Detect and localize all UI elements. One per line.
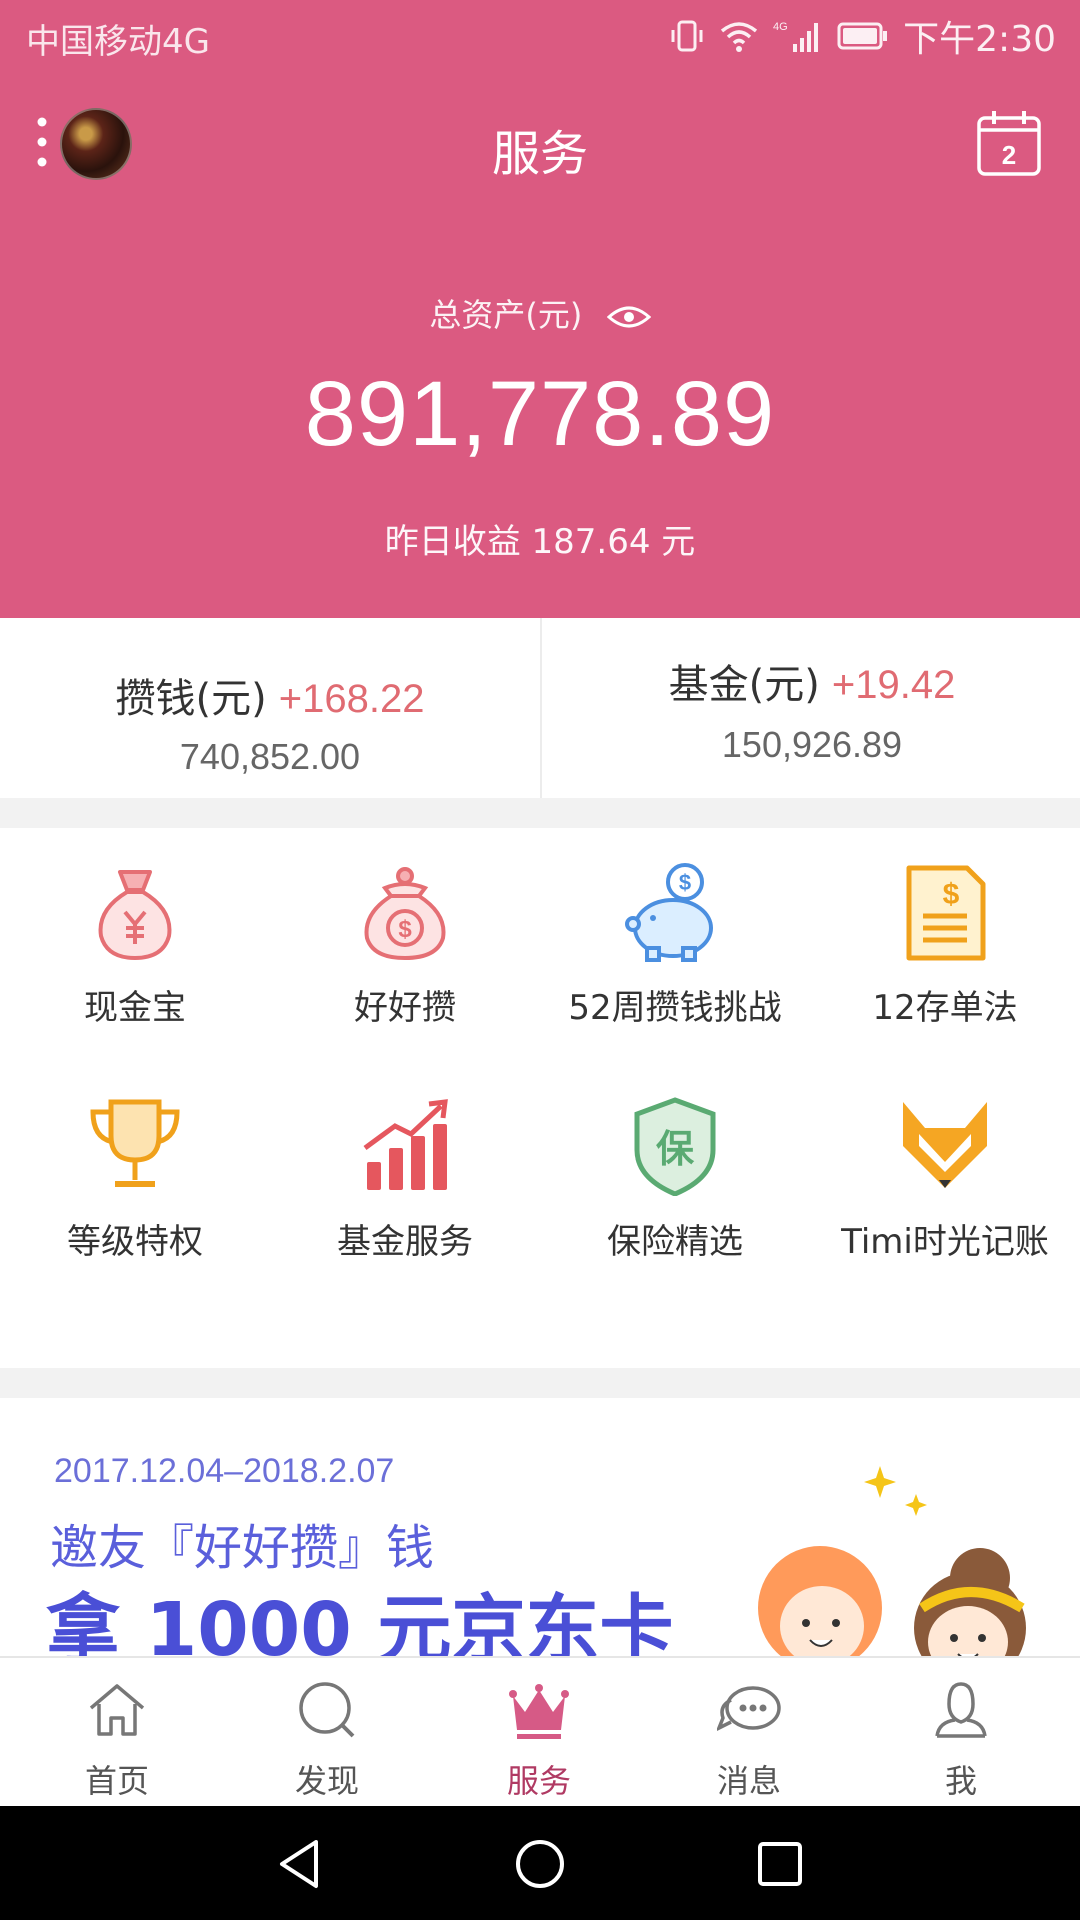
service-timi-bookkeeping[interactable]: Timi时光记账	[810, 1062, 1080, 1292]
service-label: 现金宝	[84, 988, 186, 1028]
service-label: 52周攒钱挑战	[568, 988, 782, 1028]
service-label: 好好攒	[354, 988, 456, 1028]
tab-messages[interactable]: 消息	[644, 1658, 854, 1808]
tab-label: 首页	[84, 1762, 149, 1800]
signal-icon: 4G	[773, 21, 819, 52]
insurance-shield-icon: 保	[634, 1097, 716, 1196]
tab-me[interactable]: 我	[856, 1658, 1066, 1808]
home-button-icon[interactable]	[512, 1836, 568, 1892]
svg-text:保: 保	[656, 1127, 695, 1171]
money-bag-dollar-icon: $	[364, 867, 446, 961]
total-assets-label: 总资产(元)	[429, 296, 583, 334]
tab-label: 发现	[294, 1762, 359, 1800]
svg-text:$: $	[943, 878, 960, 911]
banner-illustration	[758, 1466, 1026, 1656]
account-fund[interactable]: 基金(元) +19.42 150,926.89	[540, 618, 1080, 798]
account-summary: 攒钱(元) +168.22 740,852.00 基金(元) +19.42 150,…	[0, 618, 1080, 798]
fox-icon	[903, 1102, 987, 1188]
page-title: 服务	[491, 126, 588, 182]
svg-text:$: $	[679, 870, 691, 895]
account-fund-change: +19.42	[831, 663, 956, 707]
chat-bubbles-icon	[717, 1686, 781, 1731]
tab-label: 消息	[716, 1762, 781, 1800]
status-bar: 中国移动4G 4G 下午2:30	[0, 0, 1080, 74]
search-icon	[299, 1682, 355, 1738]
tab-discover[interactable]: 发现	[222, 1658, 432, 1808]
crown-icon	[509, 1684, 569, 1739]
tab-label: 服务	[506, 1762, 571, 1800]
total-assets-value: 891,778.89	[304, 363, 776, 465]
header-panel: 中国移动4G 4G 下午2:30 服务 2 总资产(元) 891,778.89 …	[0, 0, 1080, 618]
service-label: 保险精选	[607, 1222, 743, 1262]
account-fund-value: 150,926.89	[721, 724, 903, 765]
trophy-icon	[90, 1099, 180, 1187]
service-label: 基金服务	[337, 1222, 473, 1262]
banner-date-range: 2017.12.04–2018.2.07	[54, 1452, 395, 1490]
system-navigation-bar	[0, 1806, 1080, 1920]
eye-icon[interactable]	[606, 303, 651, 331]
bottom-tab-bar: 首页 发现 服务 消息 我	[0, 1656, 1080, 1806]
account-savings-title-row: 攒钱(元) +168.22	[0, 666, 540, 724]
vibrate-icon	[671, 20, 703, 52]
calendar-day: 2	[1002, 140, 1016, 170]
back-icon[interactable]	[272, 1836, 328, 1892]
calendar-checkin-button[interactable]: 2	[974, 108, 1044, 178]
service-label: 12存单法	[872, 988, 1018, 1028]
service-label: 等级特权	[67, 1222, 203, 1262]
account-savings-change: +168.22	[278, 677, 425, 721]
service-good-saving[interactable]: $ 好好攒	[270, 828, 540, 1058]
section-divider	[0, 798, 1080, 828]
carrier-label: 中国移动4G	[26, 22, 210, 62]
account-fund-title-row: 基金(元) +19.42	[542, 652, 1080, 710]
promo-banner[interactable]: 2017.12.04–2018.2.07 邀友『好好攒』钱 拿 1000 元京东…	[0, 1398, 1080, 1656]
tab-services[interactable]: 服务	[434, 1658, 644, 1808]
home-icon	[89, 1684, 145, 1736]
status-icons: 4G 下午2:30	[669, 12, 1056, 60]
recents-icon[interactable]	[752, 1836, 808, 1892]
account-savings-title: 攒钱(元)	[115, 676, 267, 722]
service-insurance[interactable]: 保 保险精选	[540, 1062, 810, 1292]
banner-offer: 拿 1000 元京东卡	[46, 1587, 674, 1656]
service-fund[interactable]: 基金服务	[270, 1062, 540, 1292]
piggy-bank-icon: $	[625, 863, 713, 962]
svg-text:$: $	[398, 916, 412, 943]
service-level-privileges[interactable]: 等级特权	[0, 1062, 270, 1292]
service-label: Timi时光记账	[841, 1222, 1049, 1262]
battery-icon	[837, 22, 888, 50]
wifi-icon	[721, 22, 758, 52]
calendar-icon: 2	[977, 111, 1041, 176]
user-icon	[935, 1682, 987, 1738]
banner-headline: 邀友『好好攒』钱	[50, 1520, 435, 1576]
account-savings-value: 740,852.00	[179, 736, 361, 777]
tab-label: 我	[944, 1762, 977, 1800]
account-fund-title: 基金(元)	[668, 662, 820, 708]
clock: 下午2:30	[903, 19, 1056, 60]
certificate-icon: $	[906, 865, 986, 961]
service-12-deposit-method[interactable]: $ 12存单法	[810, 828, 1080, 1058]
app-screen: 中国移动4G 4G 下午2:30 服务 2 总资产(元) 891,778.89 …	[0, 0, 1080, 1920]
tab-home[interactable]: 首页	[12, 1658, 222, 1808]
money-bag-yen-icon	[98, 870, 172, 961]
section-divider	[0, 1368, 1080, 1398]
yesterday-earnings: 昨日收益 187.64 元	[384, 522, 696, 562]
service-cash-treasure[interactable]: 现金宝	[0, 828, 270, 1058]
service-52-week-challenge[interactable]: $ 52周攒钱挑战	[540, 828, 810, 1058]
svg-text:4G: 4G	[773, 21, 788, 33]
account-savings[interactable]: 攒钱(元) +168.22 740,852.00	[0, 618, 540, 798]
service-grid: 现金宝 $ 好好攒 $ 52周攒钱挑战 $ 12存单法 等级特权 基金服务 保 …	[0, 828, 1080, 1368]
growth-chart-icon	[363, 1099, 448, 1190]
total-assets-label-row: 总资产(元)	[0, 290, 1080, 336]
